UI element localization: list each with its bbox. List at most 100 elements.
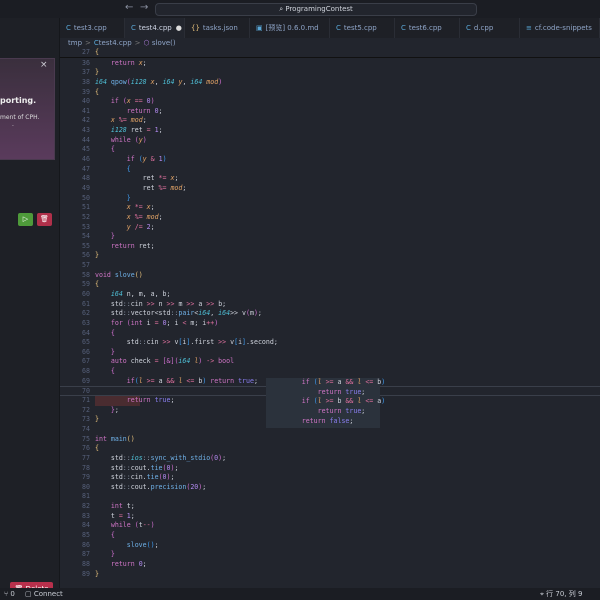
- code-line: 36 return x;: [60, 59, 600, 69]
- code-line: 77 std::ios::sync_with_stdio(0);: [60, 454, 600, 464]
- code-token: true: [345, 406, 362, 415]
- line-number: 84: [82, 521, 90, 530]
- tab-cf-code-snippets[interactable]: ≡ cf.code-snippets: [520, 18, 600, 38]
- line-number: 52: [82, 212, 90, 221]
- line-number: 76: [82, 444, 90, 453]
- code-token: auto: [110, 357, 131, 366]
- line-code: {: [95, 531, 115, 541]
- code-token: ;: [253, 376, 258, 385]
- inline-suggestion-widget[interactable]: if (l >= a && l <= b) return true; if (l…: [266, 378, 385, 428]
- line-code: void slove(): [95, 271, 143, 281]
- code-token: return: [110, 559, 139, 568]
- code-token: return: [266, 387, 346, 396]
- close-icon[interactable]: ×: [40, 60, 48, 70]
- code-line: 84 while (t--): [60, 521, 600, 531]
- line-number: 74: [82, 424, 90, 433]
- code-token: x: [110, 116, 119, 125]
- code-token: =: [154, 357, 163, 366]
- cursor-position[interactable]: ⌖ 行 70, 列 9: [540, 588, 582, 600]
- code-token: ret: [95, 174, 159, 183]
- breadcrumb: tmp > Ctest4.cpp > ⬡ slove(): [60, 38, 176, 48]
- code-token: &&: [345, 378, 358, 386]
- code-token: ;: [158, 126, 163, 135]
- code-line: 86 slove();: [60, 541, 600, 551]
- delete-testcase-button[interactable]: 🗑: [37, 213, 52, 226]
- code-token: ;: [349, 416, 354, 425]
- code-token: >=: [325, 397, 338, 406]
- code-token: >>: [166, 299, 179, 308]
- forward-button[interactable]: →: [140, 2, 148, 13]
- code-token: ;: [114, 405, 119, 414]
- code-token: i64: [110, 290, 127, 298]
- breadcrumb-item[interactable]: test4.cpp: [99, 39, 132, 47]
- command-center-search[interactable]: ⌕ ProgramingContest: [155, 3, 477, 16]
- tab-test6-cpp[interactable]: Ctest6.cpp: [395, 18, 460, 38]
- code-token: %=: [158, 183, 171, 192]
- code-token: tie: [146, 473, 159, 482]
- code-token: ;: [170, 396, 175, 405]
- line-number: 49: [82, 183, 90, 192]
- run-testcase-button[interactable]: ▷: [18, 213, 33, 226]
- code-token: pair: [178, 309, 195, 318]
- line-code: return ret;: [95, 242, 155, 252]
- line-code: y /= 2;: [95, 223, 155, 233]
- breadcrumb-item[interactable]: tmp: [68, 39, 82, 47]
- line-code: }: [95, 415, 99, 425]
- tab--0-6-0-md[interactable]: ▣ [预览] 0.6.0.md: [250, 18, 330, 38]
- line-code: slove();: [95, 541, 159, 551]
- code-token: ;: [174, 174, 179, 183]
- line-code: int main(): [95, 435, 135, 445]
- line-code: {: [95, 165, 131, 175]
- code-token: *=: [134, 203, 147, 212]
- breadcrumb-item[interactable]: slove(): [152, 39, 176, 47]
- code-token: main: [110, 434, 127, 443]
- code-token: {: [95, 87, 99, 96]
- ports-status[interactable]: ⑂ 0: [4, 588, 15, 600]
- line-number: 43: [82, 126, 90, 135]
- connect-status[interactable]: ▢ Connect: [25, 588, 63, 600]
- code-token: true: [238, 376, 254, 385]
- back-button[interactable]: ←: [125, 2, 133, 13]
- tab-d-cpp[interactable]: Cd.cpp: [460, 18, 520, 38]
- code-token: t;: [126, 502, 135, 511]
- line-code: while (y): [95, 136, 147, 146]
- code-token: qpow: [110, 77, 127, 86]
- code-token: slove: [126, 540, 147, 549]
- file-icon: C: [466, 24, 471, 32]
- code-line: 40 if (x == 0): [60, 97, 600, 107]
- line-number: 39: [82, 87, 90, 96]
- tab-test3-cpp[interactable]: Ctest3.cpp: [60, 18, 125, 38]
- code-editor[interactable]: 27{36 return x; 37} 38 i64 qpow(i128 x, i64…: [60, 48, 600, 588]
- line-code: i64 n, m, a, b;: [95, 290, 171, 300]
- line-number: 63: [82, 318, 90, 327]
- line-number: 40: [82, 97, 90, 106]
- code-line: 85 {: [60, 531, 600, 541]
- code-token: i128: [130, 77, 151, 86]
- code-token: x: [126, 212, 135, 221]
- code-token: a: [158, 376, 167, 385]
- tab-tasks-json[interactable]: {} tasks.json: [185, 18, 250, 38]
- line-number: 79: [82, 473, 90, 482]
- code-line: 55 return ret;: [60, 242, 600, 252]
- line-code: }: [95, 194, 131, 204]
- tab-test5-cpp[interactable]: Ctest5.cpp: [330, 18, 395, 38]
- code-token: ::: [138, 338, 147, 347]
- code-token: std: [95, 338, 139, 347]
- code-line: 87 }: [60, 550, 600, 560]
- code-token: cin.: [130, 473, 147, 482]
- code-token: slove: [114, 270, 135, 279]
- editor-tabs: Ctest3.cpp Ctest4.cpp ●{} tasks.json ▣ [预览] 0…: [60, 18, 600, 38]
- code-token: ::: [122, 473, 131, 482]
- file-icon: C: [401, 24, 406, 32]
- line-code: }: [95, 348, 115, 358]
- line-number: 73: [82, 415, 90, 424]
- code-line: 59 {: [60, 280, 600, 290]
- tab-test4-cpp[interactable]: Ctest4.cpp ●: [125, 18, 185, 38]
